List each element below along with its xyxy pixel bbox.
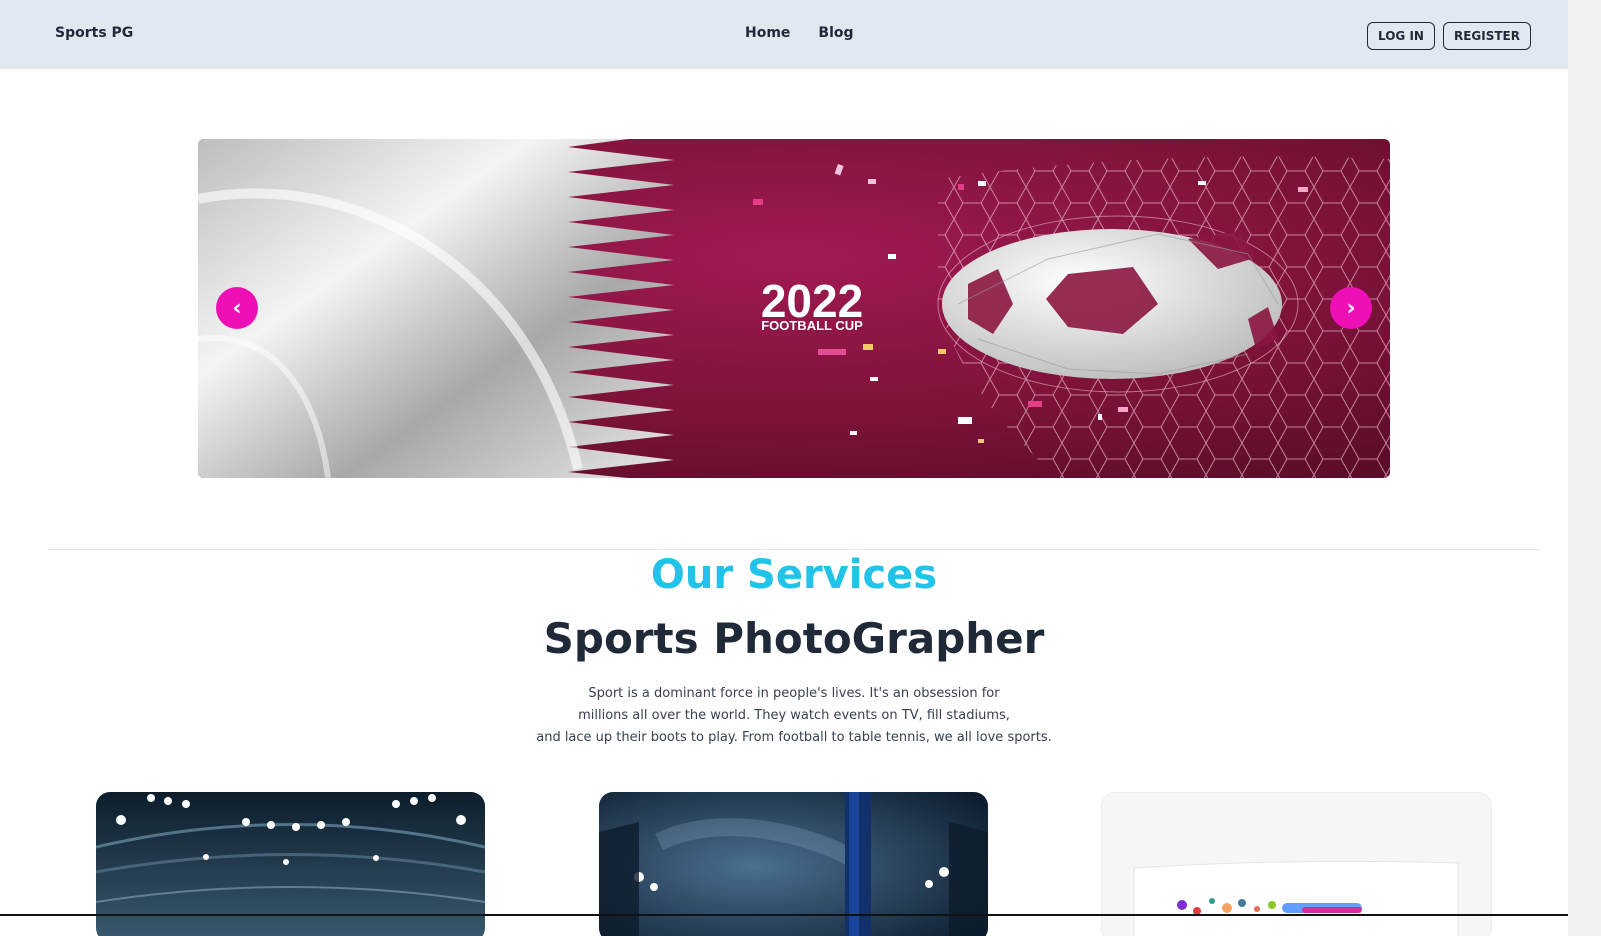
page-scrollbar[interactable] <box>1568 0 1601 936</box>
services-description-line-3: and lace up their boots to play. From fo… <box>536 730 1052 745</box>
carousel-next-button[interactable]: › <box>1330 287 1372 329</box>
services-heading: Our Services <box>650 552 938 598</box>
main-nav: Home Blog <box>745 25 854 41</box>
services-title: Sports PhotoGrapher <box>543 614 1045 663</box>
slide-caption-text: FOOTBALL CUP <box>761 318 863 333</box>
hero-carousel: 2022 FOOTBALL CUP ‹ › <box>198 139 1390 478</box>
page: Sports PG Home Blog LOG IN REGISTER 2022… <box>0 0 1568 936</box>
section-divider <box>48 549 1540 550</box>
register-button[interactable]: REGISTER <box>1442 22 1531 50</box>
hero-slide-image: 2022 FOOTBALL CUP <box>198 139 1390 478</box>
login-button[interactable]: LOG IN <box>1367 22 1435 50</box>
nav-blog-link[interactable]: Blog <box>818 25 853 41</box>
brand-logo[interactable]: Sports PG <box>55 25 133 41</box>
page-bottom-border <box>0 914 1568 916</box>
top-navbar: Sports PG Home Blog LOG IN REGISTER <box>0 0 1568 69</box>
services-description: Sport is a dominant force in people's li… <box>0 683 1568 749</box>
carousel-prev-button[interactable]: ‹ <box>216 287 258 329</box>
nav-home-link[interactable]: Home <box>745 25 790 41</box>
services-description-line-2: millions all over the world. They watch … <box>578 708 1010 723</box>
auth-buttons: LOG IN REGISTER <box>1367 22 1531 50</box>
services-description-line-1: Sport is a dominant force in people's li… <box>588 686 1000 701</box>
